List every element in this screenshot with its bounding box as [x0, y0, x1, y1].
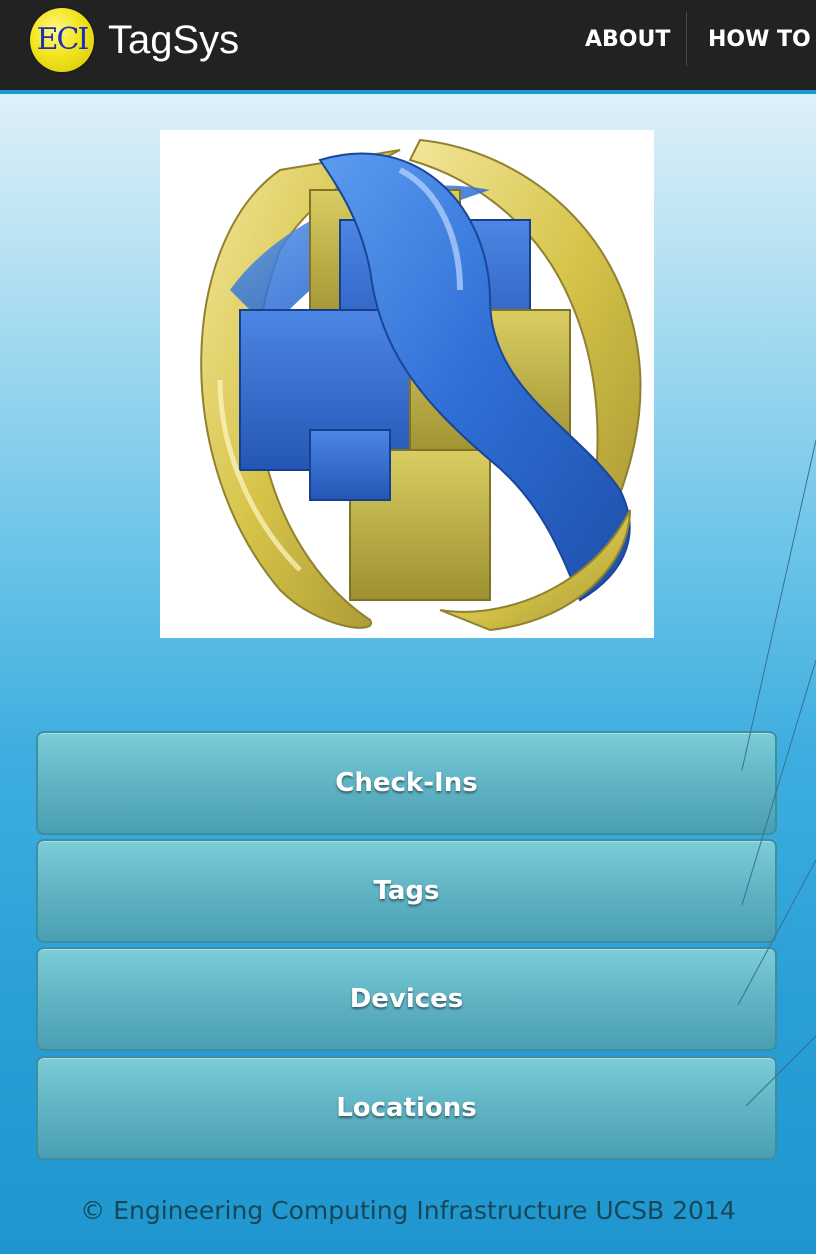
app-bar: ECI TagSys ABOUT HOW TO: [0, 0, 816, 94]
eci-logo[interactable]: ECI: [30, 8, 94, 72]
about-button[interactable]: ABOUT: [585, 24, 670, 56]
action-divider: [686, 12, 687, 66]
tags-button[interactable]: Tags: [36, 839, 777, 943]
copyright-footer: © Engineering Computing Infrastructure U…: [80, 1196, 736, 1225]
check-ins-button[interactable]: Check-Ins: [36, 731, 777, 835]
check-ins-label: Check-Ins: [335, 768, 478, 798]
tags-label: Tags: [373, 876, 440, 906]
ribbon-sphere-icon: [200, 138, 642, 632]
eci-logo-text: ECI: [36, 22, 90, 57]
devices-label: Devices: [349, 984, 464, 1014]
app-title: TagSys: [108, 18, 240, 62]
locations-button[interactable]: Locations: [36, 1056, 777, 1160]
how-to-button[interactable]: HOW TO: [708, 24, 811, 56]
hero-logo-image: [160, 130, 654, 638]
locations-label: Locations: [336, 1093, 477, 1123]
devices-button[interactable]: Devices: [36, 947, 777, 1051]
